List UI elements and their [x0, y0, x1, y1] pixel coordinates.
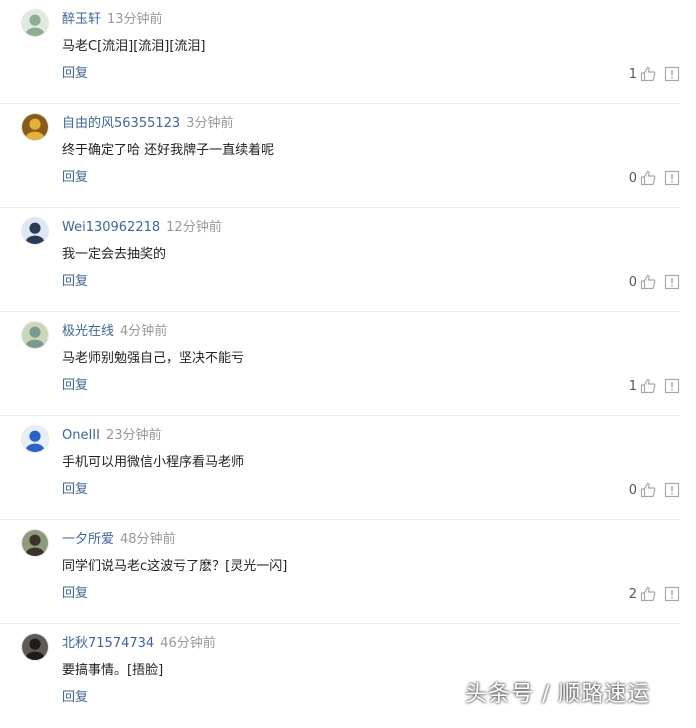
username-link[interactable]: 一夕所爱 — [62, 532, 114, 547]
comment-text: 终于确定了哈 还好我牌子一直续着呢 — [62, 143, 275, 158]
comment-actions: 2 — [629, 584, 680, 604]
user-avatar[interactable] — [21, 217, 49, 245]
comment-item: Wei130962218 12分钟前 我一定会去抽奖的 回复 0 — [0, 208, 680, 312]
comment-item: OneIII 23分钟前 手机可以用微信小程序看马老师 回复 0 — [0, 416, 680, 520]
report-icon[interactable] — [664, 66, 680, 82]
comment-item: 一夕所爱 48分钟前 同学们说马老c这波亏了麽？[灵光一闪] 回复 2 — [0, 520, 680, 624]
username-link[interactable]: OneIII — [62, 428, 100, 443]
avatar-icon — [22, 10, 48, 36]
like-count: 1 — [628, 378, 637, 394]
report-icon[interactable] — [664, 170, 680, 186]
comment-item: 醉玉轩 13分钟前 马老C[流泪][流泪][流泪] 回复 1 — [0, 0, 680, 104]
avatar-icon — [22, 634, 48, 660]
comment-time: 13分钟前 — [107, 12, 163, 27]
comment-time: 46分钟前 — [160, 636, 216, 651]
comment-time: 23分钟前 — [105, 428, 162, 443]
reply-button[interactable]: 回复 — [62, 584, 88, 604]
comment-actions: 0 — [629, 272, 680, 292]
like-count: 1 — [628, 66, 637, 82]
reply-button[interactable]: 回复 — [62, 376, 88, 396]
comment-text: 马老师别勉强自己，坚决不能亏 — [62, 351, 245, 366]
avatar-icon — [22, 114, 48, 140]
comment-time: 3分钟前 — [186, 116, 234, 131]
thumbs-up-icon[interactable] — [640, 586, 656, 602]
comment-time: 4分钟前 — [120, 324, 168, 339]
avatar-icon — [22, 218, 48, 244]
comment-text: 马老C[流泪][流泪][流泪] — [62, 39, 206, 54]
comment-text: 手机可以用微信小程序看马老师 — [62, 455, 245, 470]
comment-text: 我一定会去抽奖的 — [62, 247, 167, 262]
username-link[interactable]: 北秋71574734 — [62, 636, 154, 651]
comment-text: 同学们说马老c这波亏了麽？[灵光一闪] — [62, 559, 288, 574]
comment-item: 自由的风56355123 3分钟前 终于确定了哈 还好我牌子一直续着呢 回复 0 — [0, 104, 680, 208]
thumbs-up-icon[interactable] — [640, 482, 656, 498]
user-avatar[interactable] — [21, 321, 49, 349]
comment-time: 12分钟前 — [166, 220, 222, 235]
username-link[interactable]: 自由的风56355123 — [62, 116, 180, 131]
user-avatar[interactable] — [21, 633, 49, 661]
reply-button[interactable]: 回复 — [62, 168, 88, 188]
like-count: 0 — [628, 274, 637, 290]
comment-time: 48分钟前 — [120, 532, 176, 547]
user-avatar[interactable] — [21, 425, 49, 453]
user-avatar[interactable] — [21, 113, 49, 141]
reply-button[interactable]: 回复 — [62, 272, 88, 292]
thumbs-up-icon[interactable] — [640, 66, 656, 82]
comment-actions: 1 — [629, 376, 680, 396]
like-count: 2 — [628, 586, 637, 602]
username-link[interactable]: 极光在线 — [62, 324, 114, 339]
reply-button[interactable]: 回复 — [62, 64, 88, 84]
report-icon[interactable] — [664, 586, 680, 602]
username-link[interactable]: 醉玉轩 — [62, 12, 101, 27]
comment-actions: 0 — [629, 480, 680, 500]
comment-text: 要搞事情。[捂脸] — [62, 663, 164, 678]
thumbs-up-icon[interactable] — [640, 170, 656, 186]
thumbs-up-icon[interactable] — [640, 378, 656, 394]
comment-actions: 0 — [629, 168, 680, 188]
report-icon[interactable] — [664, 274, 680, 290]
avatar-icon — [22, 530, 48, 556]
reply-button[interactable]: 回复 — [62, 688, 88, 708]
like-count: 0 — [628, 482, 637, 498]
report-icon[interactable] — [664, 378, 680, 394]
user-avatar[interactable] — [21, 9, 49, 37]
username-link[interactable]: Wei130962218 — [62, 220, 160, 235]
user-avatar[interactable] — [21, 529, 49, 557]
avatar-icon — [22, 426, 48, 452]
watermark: 头条号 / 顺路速运 — [465, 682, 651, 707]
comment-item: 极光在线 4分钟前 马老师别勉强自己，坚决不能亏 回复 1 — [0, 312, 680, 416]
thumbs-up-icon[interactable] — [640, 274, 656, 290]
comment-actions: 1 — [629, 64, 680, 84]
like-count: 0 — [628, 170, 637, 186]
avatar-icon — [22, 322, 48, 348]
report-icon[interactable] — [664, 482, 680, 498]
reply-button[interactable]: 回复 — [62, 480, 88, 500]
